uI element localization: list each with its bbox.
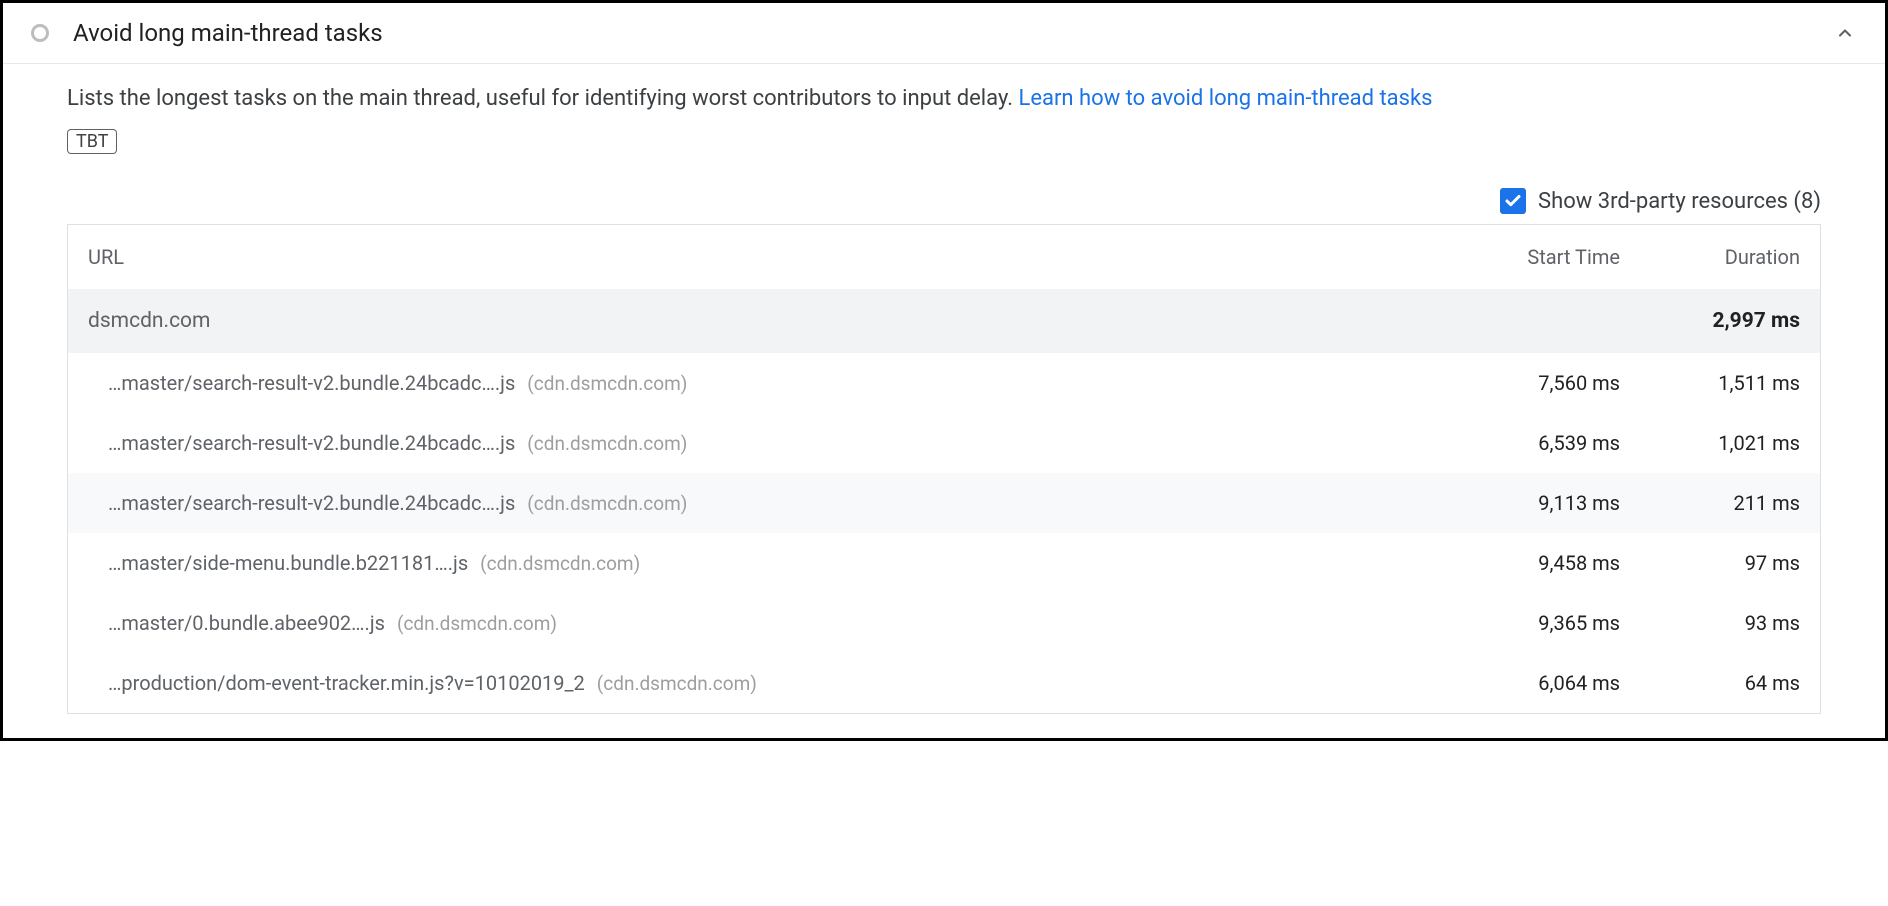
status-indicator-icon xyxy=(31,24,49,42)
table-row[interactable]: …master/0.bundle.abee902….js (cdn.dsmcdn… xyxy=(68,593,1820,653)
row-url-path: …production/dom-event-tracker.min.js?v=1… xyxy=(108,671,585,695)
row-url-path: …master/side-menu.bundle.b221181….js xyxy=(108,551,468,575)
row-start: 7,560 ms xyxy=(1440,371,1620,395)
description-text: Lists the longest tasks on the main thre… xyxy=(67,86,1018,111)
group-name: dsmcdn.com xyxy=(88,309,1440,333)
row-start: 9,365 ms xyxy=(1440,611,1620,635)
group-duration: 2,997 ms xyxy=(1620,309,1800,333)
third-party-label: Show 3rd-party resources (8) xyxy=(1538,189,1821,214)
column-header-duration: Duration xyxy=(1620,245,1800,269)
row-url-host: (cdn.dsmcdn.com) xyxy=(527,492,687,515)
audit-header[interactable]: Avoid long main-thread tasks xyxy=(3,3,1885,64)
table-row[interactable]: …master/side-menu.bundle.b221181….js (cd… xyxy=(68,533,1820,593)
row-start: 9,113 ms xyxy=(1440,491,1620,515)
row-url-path: …master/search-result-v2.bundle.24bcadc…… xyxy=(108,491,515,515)
chevron-up-icon[interactable] xyxy=(1833,21,1857,45)
row-duration: 97 ms xyxy=(1620,551,1800,575)
row-start: 6,064 ms xyxy=(1440,671,1620,695)
column-header-url: URL xyxy=(88,245,1440,269)
row-url-host: (cdn.dsmcdn.com) xyxy=(597,672,757,695)
row-url-host: (cdn.dsmcdn.com) xyxy=(480,552,640,575)
row-start: 6,539 ms xyxy=(1440,431,1620,455)
table-row[interactable]: …master/search-result-v2.bundle.24bcadc…… xyxy=(68,413,1820,473)
audit-title: Avoid long main-thread tasks xyxy=(73,19,383,47)
table-row[interactable]: …production/dom-event-tracker.min.js?v=1… xyxy=(68,653,1820,713)
row-url-path: …master/search-result-v2.bundle.24bcadc…… xyxy=(108,371,515,395)
row-url-host: (cdn.dsmcdn.com) xyxy=(527,372,687,395)
row-duration: 1,021 ms xyxy=(1620,431,1800,455)
audit-description: Lists the longest tasks on the main thre… xyxy=(67,82,1821,115)
row-start: 9,458 ms xyxy=(1440,551,1620,575)
row-url-host: (cdn.dsmcdn.com) xyxy=(527,432,687,455)
metric-tag: TBT xyxy=(67,129,117,154)
row-duration: 93 ms xyxy=(1620,611,1800,635)
learn-more-link[interactable]: Learn how to avoid long main-thread task… xyxy=(1018,86,1432,111)
column-header-start: Start Time xyxy=(1440,245,1620,269)
table-row[interactable]: …master/search-result-v2.bundle.24bcadc…… xyxy=(68,473,1820,533)
row-duration: 64 ms xyxy=(1620,671,1800,695)
third-party-toggle-row: Show 3rd-party resources (8) xyxy=(67,188,1821,214)
row-duration: 1,511 ms xyxy=(1620,371,1800,395)
table-header: URL Start Time Duration xyxy=(68,225,1820,289)
row-url-path: …master/0.bundle.abee902….js xyxy=(108,611,385,635)
tasks-table: URL Start Time Duration dsmcdn.com 2,997… xyxy=(67,224,1821,714)
audit-panel: Avoid long main-thread tasks Lists the l… xyxy=(0,0,1888,741)
table-row[interactable]: …master/search-result-v2.bundle.24bcadc…… xyxy=(68,353,1820,413)
table-group-row[interactable]: dsmcdn.com 2,997 ms xyxy=(68,289,1820,353)
third-party-checkbox[interactable] xyxy=(1500,188,1526,214)
row-url-host: (cdn.dsmcdn.com) xyxy=(397,612,557,635)
audit-body: Lists the longest tasks on the main thre… xyxy=(3,64,1885,738)
row-url-path: …master/search-result-v2.bundle.24bcadc…… xyxy=(108,431,515,455)
row-duration: 211 ms xyxy=(1620,491,1800,515)
